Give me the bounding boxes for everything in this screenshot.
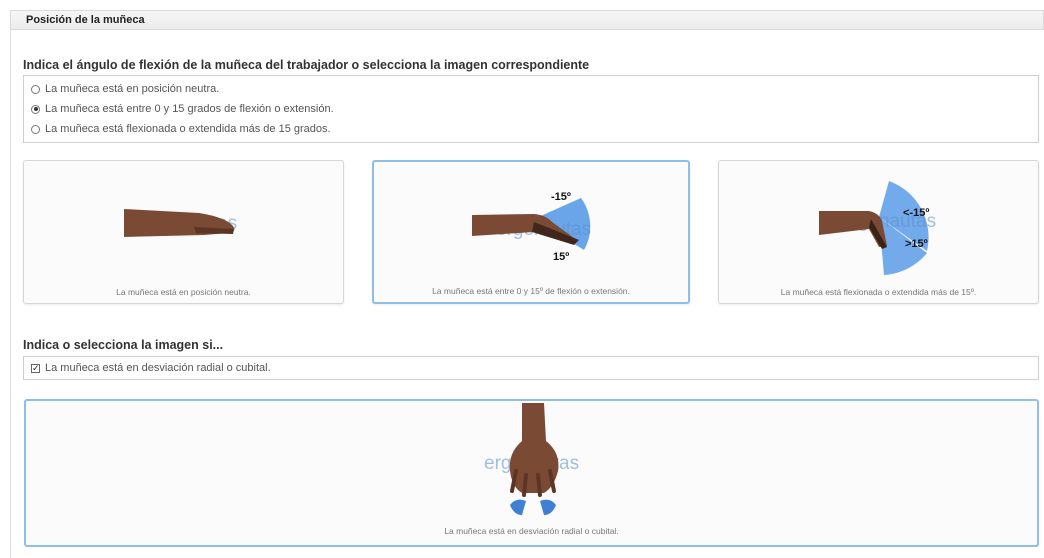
radio-0-15[interactable] bbox=[31, 104, 40, 114]
panel-header: Posición de la muñeca bbox=[10, 10, 1044, 30]
deviation-question: Indica o selecciona la imagen si... bbox=[23, 338, 224, 352]
angle-label-top: <-15º bbox=[903, 207, 929, 219]
flexion-question: Indica el ángulo de flexión de la muñeca… bbox=[23, 58, 590, 72]
deviation-checkbox-row[interactable]: ✓ La muñeca está en desviación radial o … bbox=[23, 356, 1039, 380]
card-deviation-caption: La muñeca está en desviación radial o cu… bbox=[444, 526, 619, 536]
card-neutral[interactable]: ergonautas La muñeca está en posición ne… bbox=[23, 160, 344, 304]
panel-title: Posición de la muñeca bbox=[26, 14, 145, 26]
option-neutral-label: La muñeca está en posición neutra. bbox=[45, 83, 220, 95]
deviation-checkbox[interactable]: ✓ bbox=[31, 363, 40, 373]
card-deviation[interactable]: ergonautas La muñeca está en desviación … bbox=[24, 399, 1039, 547]
option-over-15[interactable]: La muñeca está flexionada o extendida má… bbox=[31, 121, 331, 137]
flexion-options: La muñeca está en posición neutra. La mu… bbox=[23, 75, 1039, 143]
option-over-15-label: La muñeca está flexionada o extendida má… bbox=[45, 123, 331, 135]
deviation-checkbox-label: La muñeca está en desviación radial o cu… bbox=[45, 362, 271, 374]
option-0-15[interactable]: La muñeca está entre 0 y 15 grados de fl… bbox=[31, 101, 334, 117]
card-0-15[interactable]: ergonautas -15º 15º La muñeca está entre… bbox=[372, 160, 690, 304]
card-neutral-caption: La muñeca está en posición neutra. bbox=[116, 287, 251, 297]
deviation-illustration: ergonautas bbox=[484, 403, 579, 515]
flexion-over-15-illustration: ergonautas <-15º >15º bbox=[819, 181, 936, 275]
angle-label-bottom: >15º bbox=[905, 238, 928, 250]
radio-neutral[interactable] bbox=[31, 84, 40, 94]
flexion-0-15-illustration: ergonautas -15º 15º bbox=[472, 191, 591, 263]
angle-label-bottom: 15º bbox=[553, 251, 569, 263]
card-over-15[interactable]: ergonautas <-15º >15º La muñeca está fle… bbox=[718, 160, 1039, 304]
option-neutral[interactable]: La muñeca está en posición neutra. bbox=[31, 81, 219, 97]
radio-over-15[interactable] bbox=[31, 124, 40, 134]
angle-label-top: -15º bbox=[551, 191, 571, 203]
option-0-15-label: La muñeca está entre 0 y 15 grados de fl… bbox=[45, 103, 334, 115]
card-over-15-caption: La muñeca está flexionada o extendida má… bbox=[780, 287, 977, 297]
card-0-15-caption: La muñeca está entre 0 y 15º de flexión … bbox=[432, 286, 630, 296]
neutral-wrist-illustration: ergonautas bbox=[124, 209, 237, 237]
